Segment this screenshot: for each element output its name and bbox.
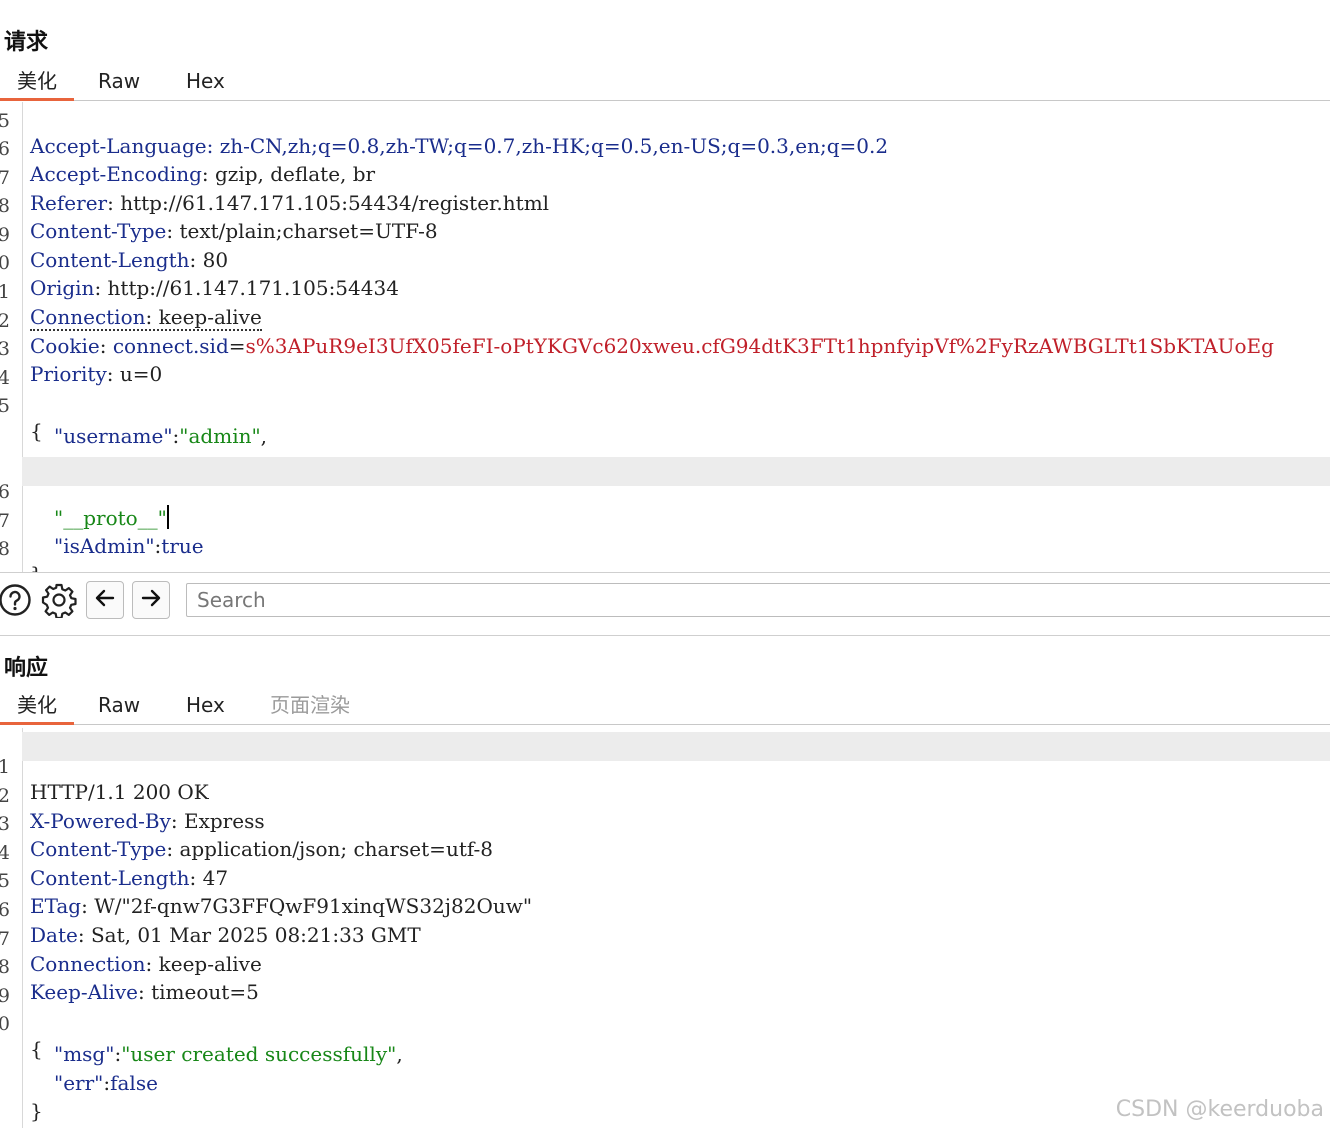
request-line: 4 <box>0 366 10 389</box>
tab-request-raw[interactable]: Raw <box>98 66 140 98</box>
tab-response-hex[interactable]: Hex <box>186 690 225 722</box>
request-line-current: 6 "__proto__" <box>0 457 1330 530</box>
next-button[interactable] <box>132 581 170 619</box>
request-line: 5 Accept-Language: zh-CN,zh;q=0.8,zh-TW;… <box>0 110 889 158</box>
tab-request-pretty[interactable]: 美化 <box>0 66 74 101</box>
search-toolbar <box>0 572 1330 636</box>
response-line-current: 1 HTTP/1.1 200 OK <box>0 732 1330 804</box>
response-line: 2 X-Powered-By: Express <box>0 784 265 833</box>
search-input[interactable] <box>186 583 1330 617</box>
response-line: "msg":"user created successfully", <box>54 1042 403 1066</box>
request-line: 9 Content-Length: 80 <box>0 223 229 272</box>
arrow-left-icon <box>93 586 117 614</box>
response-editor[interactable]: 1 HTTP/1.1 200 OK 2 X-Powered-By: Expres… <box>0 728 1330 1128</box>
request-line: "username":"admin", <box>54 424 268 448</box>
tab-request-hex[interactable]: Hex <box>186 66 225 98</box>
request-line: 8 Content-Type: text/plain;charset=UTF-8 <box>0 195 438 244</box>
response-line: 3 Content-Type: application/json; charse… <box>0 813 494 862</box>
request-title: 请求 <box>4 30 49 55</box>
help-icon[interactable] <box>0 581 34 619</box>
request-tabs: 美化 Raw Hex <box>0 66 1330 101</box>
response-title: 响应 <box>4 656 49 681</box>
request-line: 0 Origin: http://61.147.171.105:54434 <box>0 252 399 301</box>
response-line: 5 ETag: W/"2f-qnw7G3FFQwF91xinqWS32j82Ou… <box>0 870 533 919</box>
response-line: 4 Content-Length: 47 <box>0 841 229 890</box>
response-line: "err":false <box>54 1070 158 1095</box>
request-line: 5 { <box>0 395 43 444</box>
tab-response-pretty[interactable]: 美化 <box>0 690 74 725</box>
request-line: 7 "isAdmin":true <box>0 509 204 558</box>
previous-button[interactable] <box>86 581 124 619</box>
tab-response-raw[interactable]: Raw <box>98 690 140 722</box>
response-tabs: 美化 Raw Hex 页面渲染 <box>0 690 1330 725</box>
response-line: 8 Keep-Alive: timeout=5 <box>0 956 259 1005</box>
watermark: CSDN @keerduoba <box>1115 1097 1324 1122</box>
response-line: 6 Date: Sat, 01 Mar 2025 08:21:33 GMT <box>0 899 421 947</box>
request-line-cookie: 2 Cookie: connect.sid=s%3APuR9eI3UfX05fe… <box>0 309 1274 358</box>
request-line: 8 } <box>0 538 43 572</box>
gear-icon[interactable] <box>40 581 78 619</box>
request-editor[interactable]: 5 Accept-Language: zh-CN,zh;q=0.8,zh-TW;… <box>0 102 1330 572</box>
response-line: 0 { <box>0 1013 43 1062</box>
request-line: "password":"123456", <box>0 429 1330 477</box>
response-line: 7 Connection: keep-alive <box>0 927 262 976</box>
request-line: 1 Connection: keep-alive <box>0 281 262 331</box>
request-line: 7 Referer: http://61.147.171.105:54434/r… <box>0 166 550 215</box>
request-line: 3 Priority: u=0 <box>0 338 163 387</box>
request-line: } <box>0 543 1330 572</box>
tab-response-render[interactable]: 页面渲染 <box>270 690 350 722</box>
arrow-right-icon <box>139 586 163 614</box>
response-line: 9 <box>0 984 10 1007</box>
request-line: 6 Accept-Encoding: gzip, deflate, br <box>0 138 376 186</box>
